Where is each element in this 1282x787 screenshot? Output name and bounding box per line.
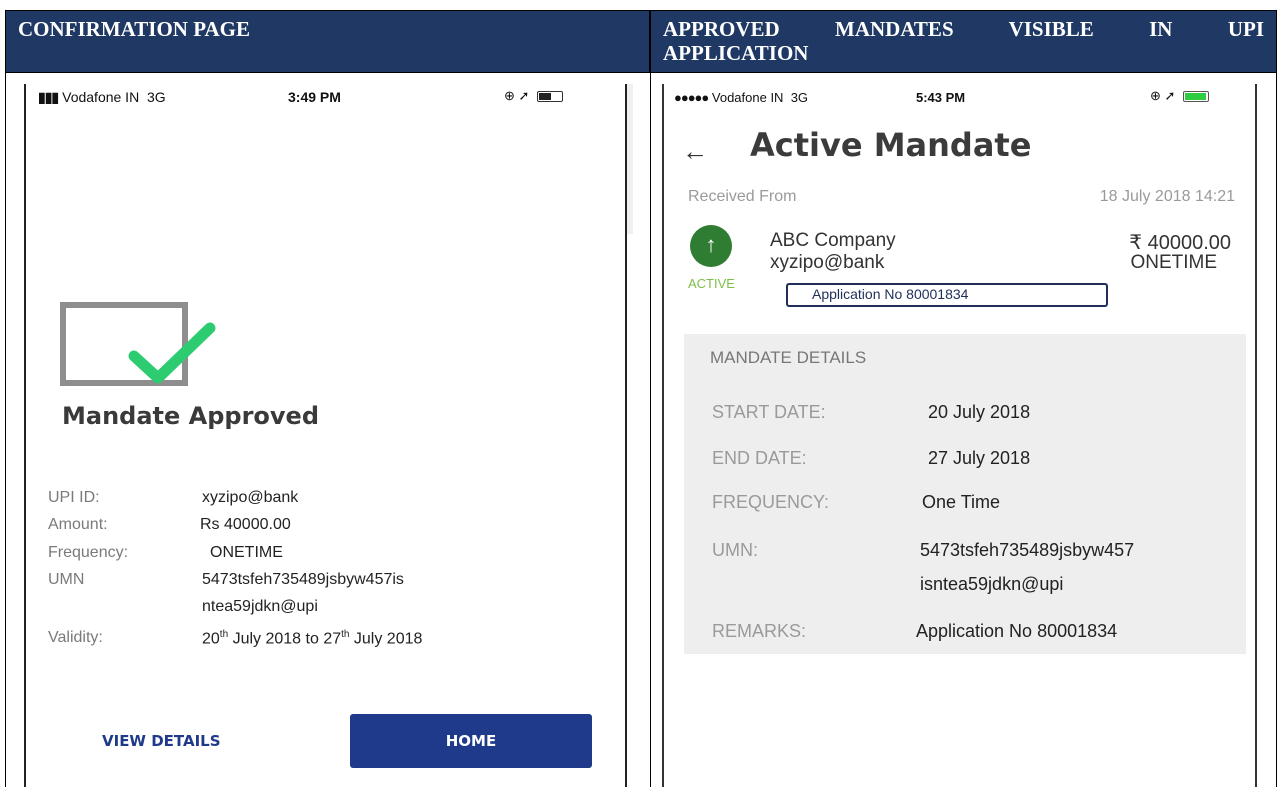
header-confirmation-page: CONFIRMATION PAGE xyxy=(5,10,650,73)
header-approved-mandates: APPROVED MANDATES VISIBLE IN UPI APPLICA… xyxy=(650,10,1277,73)
frequency-value: ONETIME xyxy=(210,544,283,561)
header-right-line2: APPLICATION xyxy=(663,41,809,65)
start-date-value: 20 July 2018 xyxy=(928,402,1031,422)
status-badge: ACTIVE xyxy=(688,276,735,291)
frequency-detail-value: One Time xyxy=(922,492,1001,512)
battery-icon xyxy=(537,91,564,103)
payee-upi-id: xyzipo@bank xyxy=(770,252,885,273)
status-icons: ⊕ ➚ xyxy=(504,88,564,104)
upi-id-label: UPI ID: xyxy=(48,489,100,506)
umn-detail-label: UMN: xyxy=(712,540,758,560)
signal-dots-icon: ●●●●● xyxy=(674,90,709,105)
amount-value: Rs 40000.00 xyxy=(200,516,291,533)
umn-value-line2: ntea59jdkn@upi xyxy=(202,598,318,615)
status-bar: ▮▮▮ Vodafone IN 3G 3:49 PM ⊕ ➚ xyxy=(26,84,625,114)
end-date-label: END DATE: xyxy=(712,448,807,468)
location-icon: ➚ xyxy=(1164,88,1176,103)
carrier-label-right: ●●●●● Vodafone IN 3G xyxy=(674,90,808,105)
mandate-details-heading: MANDATE DETAILS xyxy=(710,348,867,367)
remarks-label: REMARKS: xyxy=(712,621,807,641)
rotation-lock-icon: ⊕ xyxy=(504,88,515,103)
back-arrow-icon[interactable]: ← xyxy=(682,136,708,167)
header-left-text: CONFIRMATION PAGE xyxy=(18,17,250,41)
amount-label: Amount: xyxy=(48,516,108,533)
network-type-right: 3G xyxy=(790,90,809,105)
header-right-line1: APPROVED MANDATES VISIBLE IN UPI xyxy=(663,17,1264,41)
active-mandate-title: Active Mandate xyxy=(750,126,1032,164)
confirmation-screen: ▮▮▮ Vodafone IN 3G 3:49 PM ⊕ ➚ Mandate Ap… xyxy=(24,84,633,787)
mandate-frequency: ONETIME xyxy=(1130,252,1217,273)
frequency-label: Frequency: xyxy=(48,544,129,561)
column-divider xyxy=(650,10,651,787)
umn-detail-value-line1: 5473tsfeh735489jsbyw457 xyxy=(920,540,1135,560)
active-mandate-screen: ●●●●● Vodafone IN 3G 5:43 PM ⊕ ➚ ← Activ… xyxy=(662,84,1257,787)
remarks-value: Application No 80001834 xyxy=(916,621,1118,641)
location-icon: ➚ xyxy=(518,88,530,103)
start-date-label: START DATE: xyxy=(712,402,826,422)
umn-value-line1: 5473tsfeh735489jsbyw457is xyxy=(202,571,404,588)
payee-name: ABC Company xyxy=(770,230,896,251)
signal-icon: ▮▮▮ xyxy=(38,89,59,105)
view-details-button[interactable]: VIEW DETAILS xyxy=(102,732,221,750)
rotation-lock-icon: ⊕ xyxy=(1150,88,1161,103)
end-date-value: 27 July 2018 xyxy=(928,448,1031,468)
mandate-approved-title: Mandate Approved xyxy=(62,402,320,430)
received-date: 18 July 2018 14:21 xyxy=(1099,188,1235,205)
battery-charging-icon xyxy=(1183,91,1210,103)
frequency-detail-label: FREQUENCY: xyxy=(712,492,830,512)
carrier-name: Vodafone IN xyxy=(62,89,140,105)
umn-detail-value-line2: isntea59jdkn@upi xyxy=(920,574,1064,594)
mandate-details-panel: MANDATE DETAILS START DATE: 20 July 2018… xyxy=(684,334,1246,654)
edge-stripe xyxy=(627,84,633,234)
clock-right: 5:43 PM xyxy=(916,90,966,105)
clock: 3:49 PM xyxy=(288,89,341,105)
umn-label: UMN xyxy=(48,571,85,588)
application-number-box: Application No 80001834 xyxy=(786,283,1108,307)
home-button[interactable]: HOME xyxy=(350,714,592,768)
status-bar-right: ●●●●● Vodafone IN 3G 5:43 PM ⊕ ➚ xyxy=(664,84,1255,114)
validity-label: Validity: xyxy=(48,629,103,646)
checkmark-icon xyxy=(128,322,216,384)
network-type: 3G xyxy=(146,89,166,105)
validity-value: 20th July 2018 to 27th July 2018 xyxy=(202,629,423,648)
arrow-up-icon: ↑ xyxy=(690,225,732,267)
status-icons-right: ⊕ ➚ xyxy=(1150,88,1210,104)
upi-id-value: xyzipo@bank xyxy=(202,489,299,506)
carrier-label: ▮▮▮ Vodafone IN 3G xyxy=(38,89,166,106)
received-from-label: Received From xyxy=(688,188,797,205)
carrier-name-right: Vodafone IN xyxy=(711,90,784,105)
